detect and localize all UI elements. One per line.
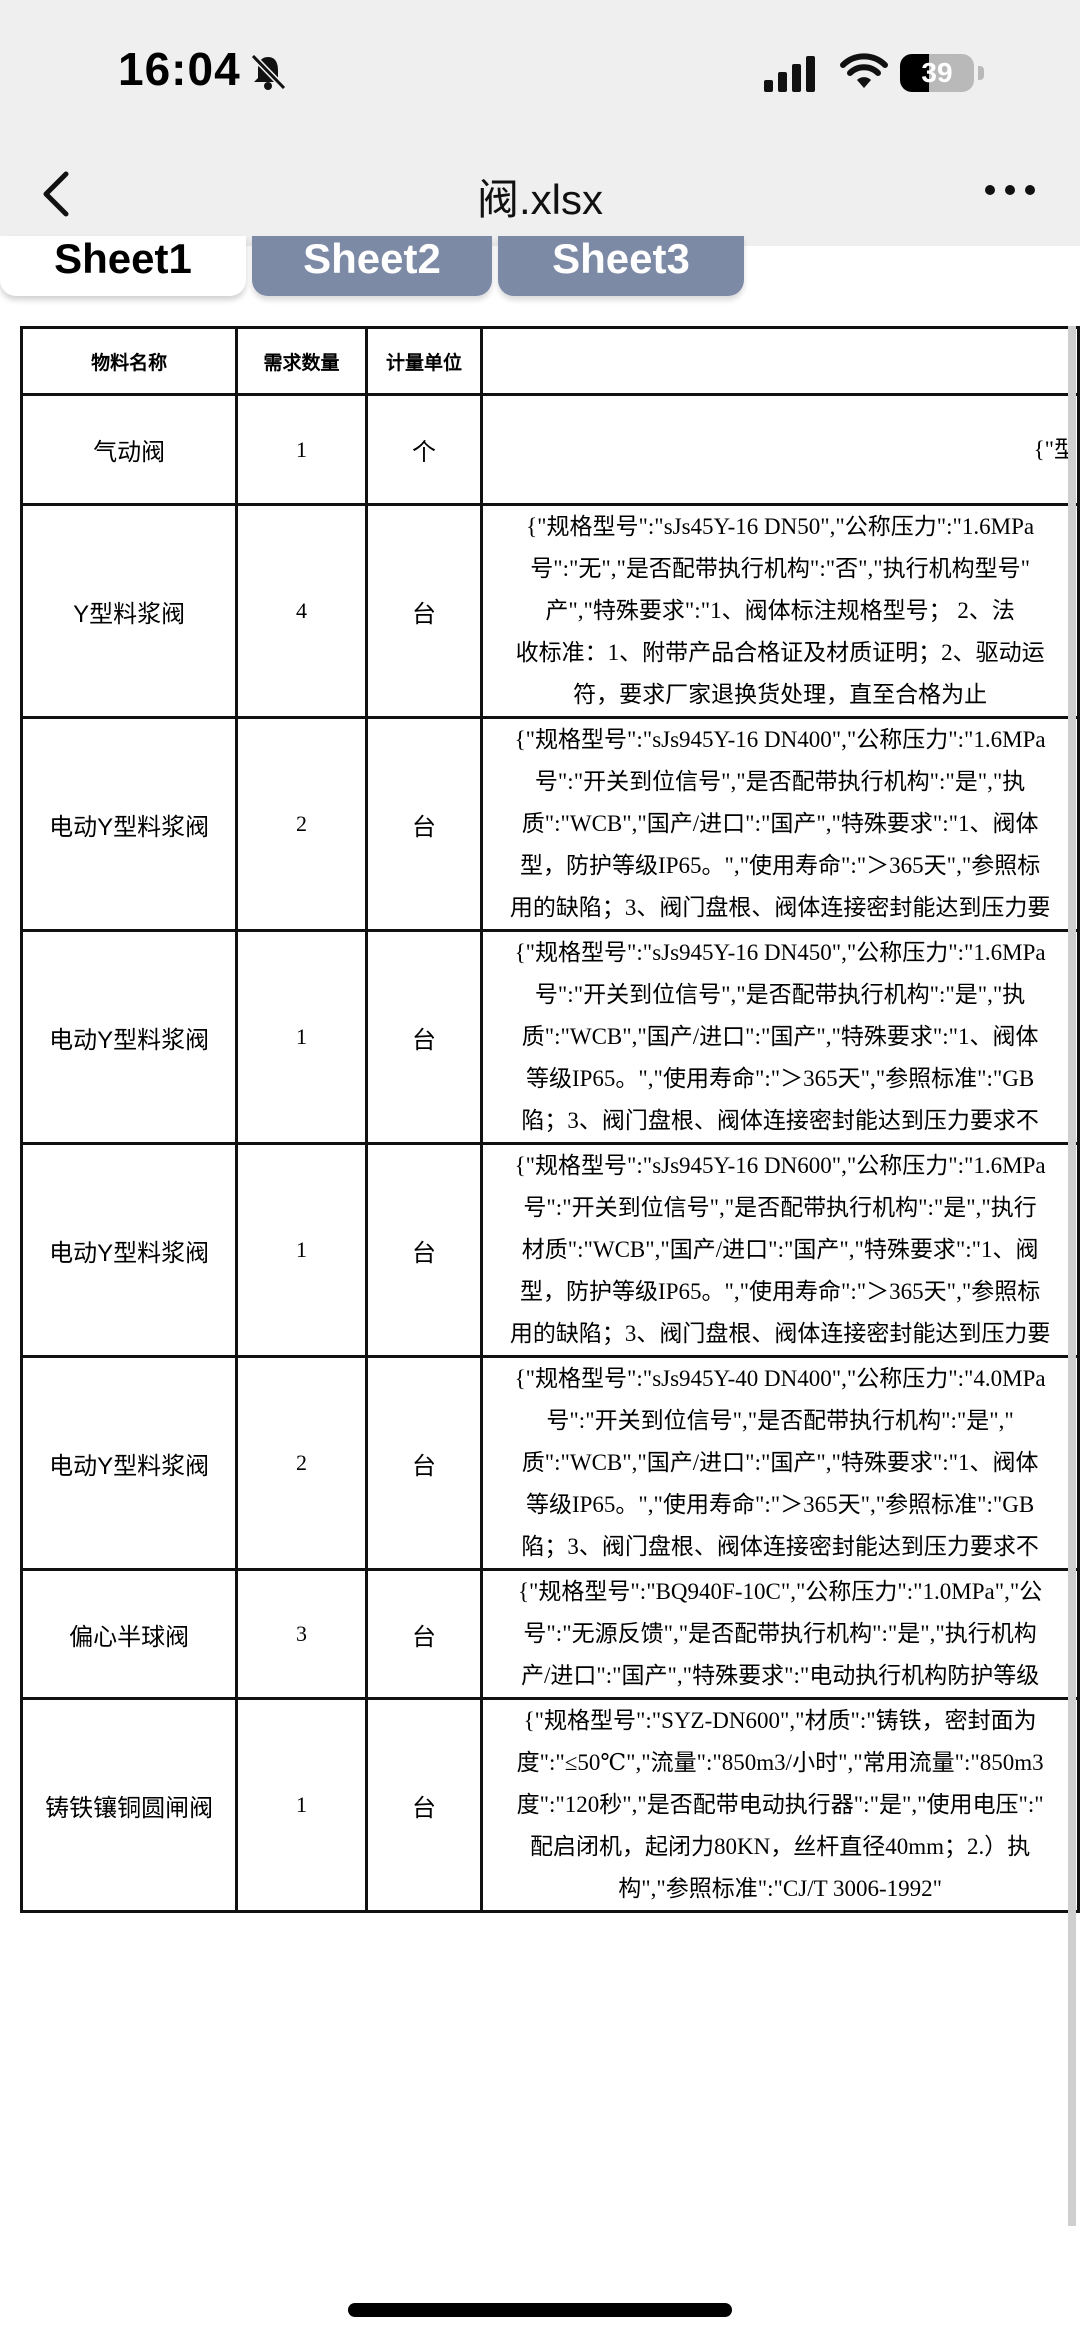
spec-line: 产","特殊要求":"1、阀体标注规格型号； 2、法 <box>545 598 1015 623</box>
cell-qty[interactable]: 3 <box>235 1568 368 1700</box>
cell-spec[interactable]: {"规格型号":"sJs945Y-16 DN400","公称压力":"1.6MP… <box>480 716 1080 932</box>
spec-line: 号":"开关到位信号","是否配带执行机构":"是","执 <box>534 982 1026 1007</box>
cell-spec[interactable]: {"规格型号":"sJs945Y-16 DN450","公称压力":"1.6MP… <box>480 929 1080 1145</box>
cell-name[interactable]: 气动阀 <box>20 393 239 506</box>
cell-name[interactable]: 偏心半球阀 <box>20 1568 239 1700</box>
spec-line: 号":"无源反馈","是否配带执行机构":"是","执行机构 <box>523 1621 1037 1646</box>
cell-unit[interactable]: 台 <box>364 1697 484 1913</box>
spec-line: 用的缺陷；3、阀门盘根、阀体连接密封能达到压力要 <box>509 895 1051 920</box>
cell-spec[interactable]: {"规格型号":"BQ940F-10C","公称压力":"1.0MPa","公号… <box>480 1568 1080 1700</box>
spec-line: 收标准：1、附带产品合格证及材质证明；2、驱动运 <box>515 640 1045 665</box>
cell-qty[interactable]: 2 <box>235 716 368 932</box>
bell-muted-icon <box>250 53 287 91</box>
spec-line: 号":"开关到位信号","是否配带执行机构":"是","执 <box>534 769 1026 794</box>
cell-spec[interactable]: {"规格型号":"SYZ-DN600","材质":"铸铁，密封面为 度":"≤50… <box>480 1697 1080 1913</box>
horizontal-scroll-edge <box>1068 326 1076 2226</box>
cell-unit[interactable]: 个 <box>364 393 484 506</box>
spec-line: 型，防护等级IP65。","使用寿命":"＞365天","参照标 <box>520 853 1041 878</box>
cellular-signal-icon <box>764 56 815 92</box>
cell-qty[interactable]: 4 <box>235 503 368 719</box>
spec-line: 材质":"WCB","国产/进口":"国产","特殊要求":"1、阀 <box>521 1237 1039 1262</box>
table-row: 气动阀 1 个 {"型 <box>20 393 1080 506</box>
spec-line: 用的缺陷；3、阀门盘根、阀体连接密封能达到压力要 <box>509 1321 1051 1346</box>
navigation-bar: 阀.xlsx <box>0 140 1080 246</box>
cell-unit[interactable]: 台 <box>364 1568 484 1700</box>
cell-name[interactable]: Y型料浆阀 <box>20 503 239 719</box>
table-row: 电动Y型料浆阀 1 台 {"规格型号":"sJs945Y-16 DN600","公称压… <box>20 1142 1080 1358</box>
cell-unit[interactable]: 台 <box>364 929 484 1145</box>
battery-icon: 39 <box>900 54 974 92</box>
sheet-tabs: Sheet1 Sheet2 Sheet3 <box>0 236 1080 306</box>
cell-name[interactable]: 电动Y型料浆阀 <box>20 716 239 932</box>
wifi-icon <box>840 53 888 88</box>
spec-line: {"规格型号":"sJs945Y-40 DN400","公称压力":"4.0MP… <box>514 1366 1046 1391</box>
spec-line: 号":"开关到位信号","是否配带执行机构":"是"," <box>546 1408 1014 1433</box>
data-table: 物料名称 需求数量 计量单位 气动阀 1 个 {"型 Y型料浆阀 4 台 {"规格型号":"s… <box>20 326 1080 1913</box>
cell-name[interactable]: 电动Y型料浆阀 <box>20 1142 239 1358</box>
spec-line: 号":"无","是否配带执行机构":"否","执行机构型号" <box>530 556 1031 581</box>
tab-sheet2[interactable]: Sheet2 <box>252 236 492 296</box>
status-bar: 16:04 39 <box>0 0 1080 140</box>
cell-unit[interactable]: 台 <box>364 716 484 932</box>
document-title: 阀.xlsx <box>476 176 603 223</box>
table-row: 电动Y型料浆阀 2 台 {"规格型号":"sJs945Y-16 DN400","公称压… <box>20 716 1080 932</box>
spec-line: {"型 <box>1033 436 1077 462</box>
cell-qty[interactable]: 1 <box>235 929 368 1145</box>
battery-indicator: 39 <box>900 54 984 92</box>
spec-line: {"规格型号":"sJs945Y-16 DN450","公称压力":"1.6MP… <box>514 940 1046 965</box>
cell-spec[interactable]: {"规格型号":"sJs45Y-16 DN50","公称压力":"1.6MPa 号… <box>480 503 1080 719</box>
cell-unit[interactable]: 台 <box>364 1142 484 1358</box>
spec-line: 度":"120秒","是否配带电动执行器":"是","使用电压":" <box>516 1792 1044 1817</box>
cell-spec[interactable]: {"型 <box>480 393 1080 506</box>
table-row: 铸铁镶铜圆闸阀 1 台 {"规格型号":"SYZ-DN600","材质":"铸铁，密封… <box>20 1697 1080 1913</box>
cell-name[interactable]: 铸铁镶铜圆闸阀 <box>20 1697 239 1913</box>
spec-line: 构","参照标准":"CJ/T 3006-1992" <box>618 1876 943 1901</box>
spec-line: {"规格型号":"sJs45Y-16 DN50","公称压力":"1.6MPa <box>526 514 1035 539</box>
cell-unit[interactable]: 台 <box>364 503 484 719</box>
spec-line: 度":"≤50℃","流量":"850m3/小时","常用流量":"850m3 <box>516 1750 1044 1775</box>
spec-line: 陷；3、阀门盘根、阀体连接密封能达到压力要求不 <box>521 1108 1039 1133</box>
cell-qty[interactable]: 1 <box>235 1697 368 1913</box>
spec-line: 质":"WCB","国产/进口":"国产","特殊要求":"1、阀体 <box>521 1450 1039 1475</box>
cell-spec[interactable]: {"规格型号":"sJs945Y-40 DN400","公称压力":"4.0MP… <box>480 1355 1080 1571</box>
table-row: Y型料浆阀 4 台 {"规格型号":"sJs45Y-16 DN50","公称压力":"… <box>20 503 1080 719</box>
tab-sheet1[interactable]: Sheet1 <box>0 236 246 296</box>
cell-name[interactable]: 电动Y型料浆阀 <box>20 1355 239 1571</box>
spec-line: 产/进口":"国产","特殊要求":"电动执行机构防护等级 <box>520 1663 1040 1688</box>
spreadsheet-view[interactable]: 物料名称 需求数量 计量单位 气动阀 1 个 {"型 Y型料浆阀 4 台 {"规格型号":"s… <box>20 326 1080 2226</box>
header-cell[interactable]: 物料名称 <box>20 326 239 396</box>
spec-line: 号":"开关到位信号","是否配带执行机构":"是","执行 <box>523 1195 1037 1220</box>
spec-line: 质":"WCB","国产/进口":"国产","特殊要求":"1、阀体 <box>521 811 1039 836</box>
table-row: 电动Y型料浆阀 2 台 {"规格型号":"sJs945Y-40 DN400","公称压… <box>20 1355 1080 1571</box>
more-options-icon[interactable] <box>980 170 1040 210</box>
battery-level-text: 39 <box>921 57 953 88</box>
spec-line: 等级IP65。","使用寿命":"＞365天","参照标准":"GB <box>525 1492 1035 1517</box>
cell-qty[interactable]: 1 <box>235 393 368 506</box>
header-cell[interactable]: 需求数量 <box>235 326 368 396</box>
status-time: 16:04 <box>118 43 241 95</box>
cell-qty[interactable]: 1 <box>235 1142 368 1358</box>
spec-line: 等级IP65。","使用寿命":"＞365天","参照标准":"GB <box>525 1066 1035 1091</box>
cell-unit[interactable]: 台 <box>364 1355 484 1571</box>
spec-line: 符，要求厂家退换货处理，直至合格为止 <box>573 682 988 707</box>
spec-line: 型，防护等级IP65。","使用寿命":"＞365天","参照标 <box>520 1279 1041 1304</box>
cell-qty[interactable]: 2 <box>235 1355 368 1571</box>
header-cell-empty[interactable] <box>480 326 1080 396</box>
spec-line: {"规格型号":"BQ940F-10C","公称压力":"1.0MPa","公 <box>517 1579 1043 1604</box>
spec-line: {"规格型号":"sJs945Y-16 DN600","公称压力":"1.6MP… <box>514 1153 1046 1178</box>
table-row: 偏心半球阀 3 台 {"规格型号":"BQ940F-10C","公称压力":"1.0M… <box>20 1568 1080 1700</box>
spec-line: {"规格型号":"SYZ-DN600","材质":"铸铁，密封面为 <box>523 1708 1037 1733</box>
header-row: 物料名称 需求数量 计量单位 <box>20 326 1080 396</box>
cell-name[interactable]: 电动Y型料浆阀 <box>20 929 239 1145</box>
table-row: 电动Y型料浆阀 1 台 {"规格型号":"sJs945Y-16 DN450","公称压… <box>20 929 1080 1145</box>
spec-line: {"规格型号":"sJs945Y-16 DN400","公称压力":"1.6MP… <box>514 727 1046 752</box>
home-indicator <box>348 2303 732 2317</box>
header-cell[interactable]: 计量单位 <box>364 326 484 396</box>
spec-line: 配启闭机，起闭力80KN，丝杆直径40mm；2.）执 <box>530 1834 1031 1859</box>
spec-line: 质":"WCB","国产/进口":"国产","特殊要求":"1、阀体 <box>521 1024 1039 1049</box>
tab-sheet3[interactable]: Sheet3 <box>498 236 744 296</box>
cell-spec[interactable]: {"规格型号":"sJs945Y-16 DN600","公称压力":"1.6MP… <box>480 1142 1080 1358</box>
spec-line: 陷；3、阀门盘根、阀体连接密封能达到压力要求不 <box>521 1534 1039 1559</box>
